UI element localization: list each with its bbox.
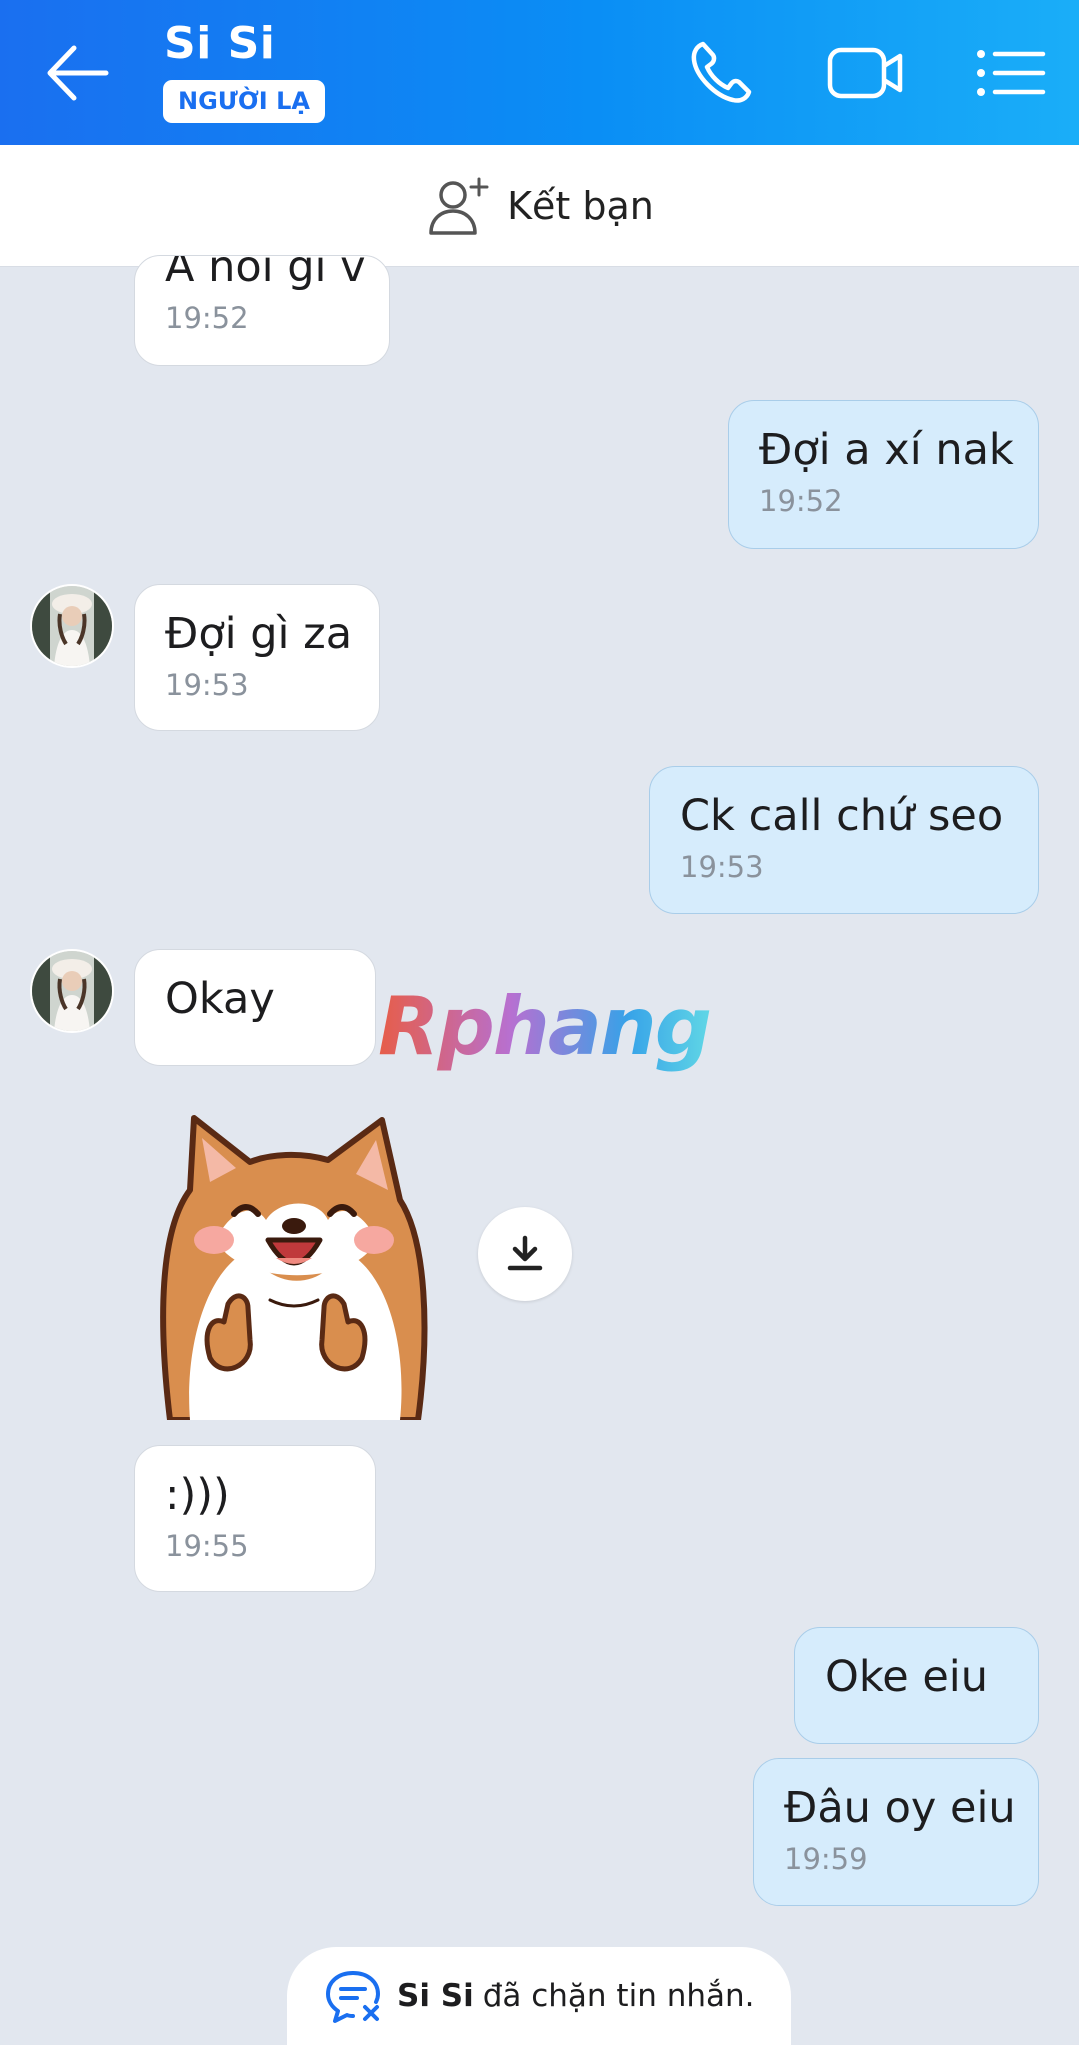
message-bubble-outgoing[interactable]: Đâu oy eiu 19:59 bbox=[753, 1758, 1039, 1906]
add-friend-label: Kết bạn bbox=[507, 183, 654, 228]
message-text: :))) bbox=[165, 1470, 230, 1520]
avatar-image bbox=[32, 951, 112, 1031]
list-menu-icon bbox=[977, 50, 1046, 96]
stranger-badge: NGƯỜI LẠ bbox=[163, 80, 325, 123]
message-text: A nói gì v bbox=[165, 255, 366, 292]
message-time: 19:53 bbox=[680, 850, 764, 884]
menu-button[interactable] bbox=[973, 36, 1053, 110]
blocked-by-name: Si Si bbox=[397, 1978, 474, 2014]
add-friend-bar[interactable]: Kết bạn bbox=[0, 145, 1079, 267]
message-time: 19:52 bbox=[165, 301, 249, 335]
message-bubble-incoming[interactable]: Đợi gì za 19:53 bbox=[134, 584, 380, 731]
message-text: Oke eiu bbox=[825, 1652, 988, 1702]
message-time: 19:53 bbox=[165, 668, 249, 702]
message-bubble-incoming[interactable]: :))) 19:55 bbox=[134, 1445, 376, 1592]
call-button[interactable] bbox=[683, 36, 763, 110]
add-friend-icon bbox=[429, 177, 489, 235]
message-time: 19:59 bbox=[784, 1842, 868, 1876]
avatar-image bbox=[32, 586, 112, 666]
shiba-dog-sticker bbox=[160, 1115, 428, 1423]
message-bubble-outgoing[interactable]: Đợi a xí nak 19:52 bbox=[728, 400, 1039, 549]
message-text: Đợi gì za bbox=[165, 609, 353, 659]
avatar[interactable] bbox=[30, 949, 114, 1033]
back-button[interactable] bbox=[40, 38, 116, 108]
video-call-button[interactable] bbox=[826, 36, 906, 110]
blocked-notice: Si Si đã chặn tin nhắn. bbox=[287, 1947, 791, 2045]
back-arrow-icon bbox=[47, 45, 109, 101]
video-camera-icon bbox=[827, 47, 903, 99]
avatar[interactable] bbox=[30, 584, 114, 668]
message-text: Ck call chứ seo bbox=[680, 791, 1004, 841]
phone-icon bbox=[691, 41, 752, 103]
message-text: Đâu oy eiu bbox=[784, 1783, 1016, 1833]
message-bubble-outgoing[interactable]: Ck call chứ seo 19:53 bbox=[649, 766, 1039, 914]
message-time: 19:55 bbox=[165, 1529, 249, 1563]
message-blocked-icon bbox=[326, 1971, 381, 2023]
message-bubble-incoming[interactable]: A nói gì v 19:52 bbox=[134, 255, 390, 366]
message-text: Okay bbox=[165, 974, 275, 1024]
sticker-message[interactable] bbox=[150, 1090, 440, 1423]
message-time: 19:52 bbox=[759, 484, 843, 518]
chat-header: Si Si NGƯỜI LẠ bbox=[0, 0, 1079, 145]
message-bubble-incoming[interactable]: Okay bbox=[134, 949, 376, 1066]
blocked-text: đã chặn tin nhắn. bbox=[482, 1978, 755, 2014]
contact-name[interactable]: Si Si bbox=[164, 18, 275, 69]
watermark: Rphang bbox=[378, 980, 712, 1073]
message-text: Đợi a xí nak bbox=[759, 425, 1014, 475]
message-bubble-outgoing[interactable]: Oke eiu bbox=[794, 1627, 1039, 1744]
download-icon bbox=[507, 1235, 543, 1271]
download-button[interactable] bbox=[478, 1207, 572, 1301]
